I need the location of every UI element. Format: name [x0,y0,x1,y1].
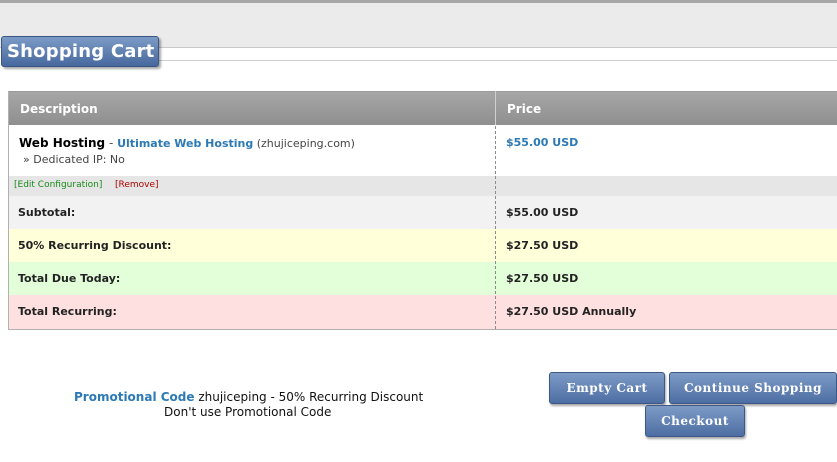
summary-row-total-due-today: Total Due Today: $27.50 USD [9,262,837,295]
summary-label: 50% Recurring Discount: [18,239,172,252]
summary-value: $55.00 USD [506,206,579,219]
title-underline [150,60,837,61]
item-product: Web Hosting [19,136,106,150]
summary-value: $27.50 USD [506,272,579,285]
summary-row-subtotal: Subtotal: $55.00 USD [9,196,837,229]
summary-label: Total Recurring: [18,305,117,318]
item-price: $55.00 USD [506,136,579,149]
summary-value: $27.50 USD [506,239,579,252]
summary-row-discount: 50% Recurring Discount: $27.50 USD [9,229,837,262]
item-plan: Ultimate Web Hosting [117,137,254,150]
empty-cart-button[interactable]: Empty Cart [549,372,665,404]
continue-shopping-button[interactable]: Continue Shopping [669,372,837,404]
header-column-divider [495,91,496,125]
promo-code-label: Promotional Code [74,390,195,404]
item-actions-row: [Edit Configuration] [Remove] [9,176,837,196]
promo-code-text: zhujiceping - 50% Recurring Discount [194,390,424,404]
edit-configuration-link[interactable]: [Edit Configuration] [14,180,102,190]
table-header: Description Price [9,91,837,125]
cart-item-row: Web Hosting - Ultimate Web Hosting (zhuj… [9,125,837,176]
item-title: Web Hosting - Ultimate Web Hosting (zhuj… [19,136,355,150]
item-domain: (zhujiceping.com) [253,137,355,150]
item-separator: - [105,136,118,150]
summary-value: $27.50 USD Annually [506,305,637,318]
page-title: Shopping Cart [1,36,159,67]
summary-label: Subtotal: [18,206,76,219]
cart-table: Description Price Web Hosting - Ultimate… [8,91,837,330]
summary-row-total-recurring: Total Recurring: $27.50 USD Annually [9,295,837,329]
checkout-button[interactable]: Checkout [645,405,745,437]
header-description: Description [20,102,98,116]
item-option: » Dedicated IP: No [23,153,125,166]
remove-promo-link[interactable]: Don't use Promotional Code [164,405,331,419]
summary-label: Total Due Today: [18,272,121,285]
promo-code-line: Promotional Code zhujiceping - 50% Recur… [74,390,423,404]
header-price: Price [507,102,542,116]
remove-item-link[interactable]: [Remove] [115,180,159,190]
column-divider [495,91,496,329]
